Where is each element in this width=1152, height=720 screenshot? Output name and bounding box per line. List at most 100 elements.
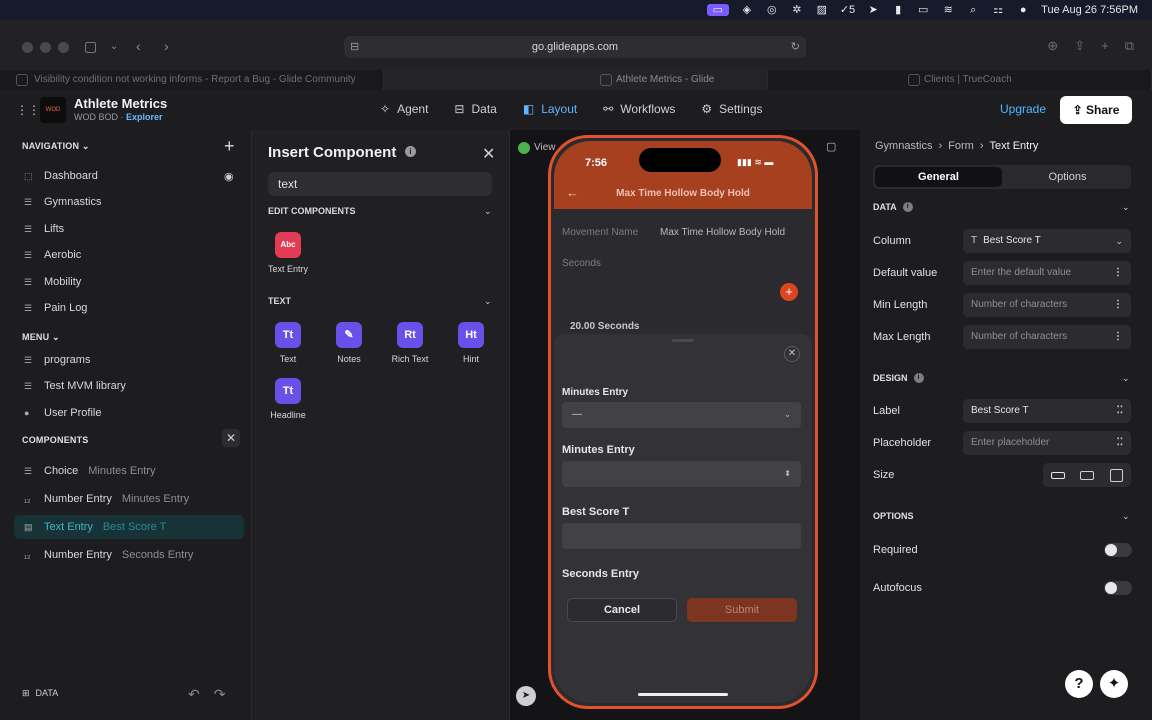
submit-button[interactable]: Submit: [687, 598, 797, 622]
column-select[interactable]: T Best Score T ⌄: [963, 229, 1131, 253]
max-length-input[interactable]: Number of characters ⋮: [963, 325, 1131, 349]
drag-icon[interactable]: ⁚⁚: [1117, 399, 1123, 423]
minutes-choice-select[interactable]: — ⌄: [562, 402, 801, 428]
component-search-input[interactable]: text: [268, 172, 492, 196]
nav-item-mobility[interactable]: ☰ Mobility: [14, 270, 244, 294]
required-toggle[interactable]: [1104, 543, 1132, 557]
placeholder-input[interactable]: Enter placeholder ⁚⁚: [963, 431, 1131, 455]
component-rich-text-tile[interactable]: Rt Rich Text: [380, 322, 440, 364]
nav-data[interactable]: ⊟ Data: [454, 102, 496, 116]
component-headline-tile[interactable]: Tt Headline: [258, 378, 318, 420]
chevron-down-icon[interactable]: ⌄: [484, 206, 492, 217]
nav-item-gymnastics[interactable]: ☰ Gymnastics: [14, 190, 244, 214]
more-icon[interactable]: ⋮: [1113, 293, 1123, 317]
menu-item-test-mvm[interactable]: ☰ Test MVM library: [14, 374, 244, 398]
settings-icon[interactable]: ✲: [790, 4, 804, 16]
site-settings-icon[interactable]: ⊟: [350, 36, 359, 58]
menu-item-user-profile[interactable]: ● User Profile: [14, 401, 244, 425]
component-number-entry[interactable]: ₁₂ Number Entry Minutes Entry: [14, 487, 244, 511]
size-small-icon[interactable]: [1050, 471, 1065, 479]
nav-settings[interactable]: ⚙ Settings: [701, 102, 762, 116]
cancel-button[interactable]: Cancel: [567, 598, 677, 622]
close-components-icon[interactable]: ✕: [222, 429, 240, 447]
autofocus-toggle[interactable]: [1104, 581, 1132, 595]
label-input[interactable]: Best Score T ⁚⁚: [963, 399, 1131, 423]
comment-icon[interactable]: ▢: [826, 140, 836, 153]
add-screen-icon[interactable]: +: [224, 136, 235, 157]
info-icon[interactable]: i: [913, 373, 924, 383]
tab-overview-icon[interactable]: ⧉: [1125, 38, 1134, 54]
new-tab-icon[interactable]: +: [1101, 38, 1109, 54]
wifi-icon[interactable]: ≋: [941, 4, 955, 16]
app-logo[interactable]: WOD BOD: [40, 97, 66, 139]
size-medium-icon[interactable]: [1080, 470, 1095, 480]
view-as-selector[interactable]: View: [518, 142, 556, 154]
ai-assistant-button[interactable]: ✦: [1100, 670, 1128, 698]
dropbox-icon[interactable]: ◈: [740, 4, 754, 16]
default-value-input[interactable]: Enter the default value ⋮: [963, 261, 1131, 285]
download-icon[interactable]: ⊕: [1047, 38, 1058, 54]
battery-icon[interactable]: ▭: [916, 4, 930, 16]
share-icon[interactable]: ⇪: [1074, 38, 1085, 54]
browser-tab[interactable]: Athlete Metrics - Glide: [384, 70, 768, 90]
apps-grid-icon[interactable]: ⋮⋮: [16, 103, 40, 117]
browser-tab[interactable]: Visibility condition not working informs…: [0, 70, 384, 90]
info-icon[interactable]: i: [902, 202, 913, 212]
navigation-icon[interactable]: ➤: [866, 4, 880, 16]
nav-workflows[interactable]: ⚯ Workflows: [603, 102, 675, 116]
nav-item-dashboard[interactable]: ⬚ Dashboard: [14, 164, 244, 188]
component-choice[interactable]: ☰ Choice Minutes Entry: [14, 459, 244, 483]
reload-icon[interactable]: ↻: [791, 36, 800, 58]
sheet-handle[interactable]: [672, 339, 694, 342]
more-icon[interactable]: ⋮: [1113, 261, 1123, 285]
help-button[interactable]: ?: [1065, 670, 1093, 698]
chevron-down-icon[interactable]: ⌄: [1122, 202, 1130, 213]
component-text-tile[interactable]: Tt Text: [258, 322, 318, 364]
data-editor-link[interactable]: ⊞ DATA: [22, 688, 58, 699]
minimize-window-button[interactable]: [40, 42, 51, 53]
add-button[interactable]: +: [780, 283, 798, 301]
menu-header[interactable]: MENU ⌄: [22, 332, 60, 343]
size-large-icon[interactable]: [1110, 468, 1124, 482]
browser-tab[interactable]: Clients | TrueCoach: [768, 70, 1152, 90]
tab-general[interactable]: General: [875, 167, 1002, 187]
more-icon[interactable]: ⋮: [1113, 325, 1123, 349]
screen-record-icon[interactable]: ▭: [706, 3, 729, 16]
menubar-clock[interactable]: Tue Aug 26 7:56PM: [1041, 4, 1138, 16]
forward-icon[interactable]: ›: [164, 38, 169, 54]
chevron-down-icon[interactable]: ⌄: [110, 41, 118, 52]
share-button[interactable]: ⇪ Share: [1060, 96, 1132, 124]
creative-cloud-icon[interactable]: ◎: [765, 4, 779, 16]
control-center-icon[interactable]: ⚏: [991, 4, 1005, 16]
info-icon[interactable]: i: [405, 146, 416, 157]
component-hint-tile[interactable]: Ht Hint: [441, 322, 501, 364]
undo-icon[interactable]: ↶: [188, 686, 200, 703]
best-score-input[interactable]: [562, 523, 801, 549]
security-icon[interactable]: ▮: [891, 4, 905, 16]
min-length-input[interactable]: Number of characters ⋮: [963, 293, 1131, 317]
close-window-button[interactable]: [22, 42, 33, 53]
component-text-entry[interactable]: ▤ Text Entry Best Score T: [14, 515, 244, 539]
nav-item-pain-log[interactable]: ☰ Pain Log: [14, 296, 244, 320]
navigation-header[interactable]: NAVIGATION ⌄: [22, 141, 90, 152]
sidebar-toggle-icon[interactable]: ▢: [84, 38, 97, 55]
component-notes-tile[interactable]: ✎ Notes: [319, 322, 379, 364]
image-icon[interactable]: ▨: [815, 4, 829, 16]
close-icon[interactable]: ✕: [784, 346, 800, 362]
siri-icon[interactable]: ●: [1016, 4, 1030, 16]
address-bar[interactable]: ⊟ go.glideapps.com ↻: [344, 36, 806, 58]
chevron-down-icon[interactable]: ⌄: [484, 296, 492, 307]
component-number-entry[interactable]: ₁₂ Number Entry Seconds Entry: [14, 543, 244, 567]
menu-item-programs[interactable]: ☰ programs: [14, 348, 244, 372]
drag-icon[interactable]: ⁚⁚: [1117, 431, 1123, 455]
tasks-icon[interactable]: ✓5: [840, 3, 855, 16]
cursor-mode-icon[interactable]: ➤: [516, 686, 536, 706]
tab-options[interactable]: Options: [1004, 165, 1131, 189]
search-icon[interactable]: ⌕: [966, 4, 980, 16]
chevron-down-icon[interactable]: ⌄: [1122, 373, 1130, 384]
minutes-number-input[interactable]: ⬍: [562, 461, 801, 487]
component-text-entry-tile[interactable]: Abc Text Entry: [258, 232, 318, 274]
nav-layout[interactable]: ◧ Layout: [523, 102, 577, 116]
close-icon[interactable]: ✕: [482, 144, 495, 164]
nav-item-lifts[interactable]: ☰ Lifts: [14, 217, 244, 241]
